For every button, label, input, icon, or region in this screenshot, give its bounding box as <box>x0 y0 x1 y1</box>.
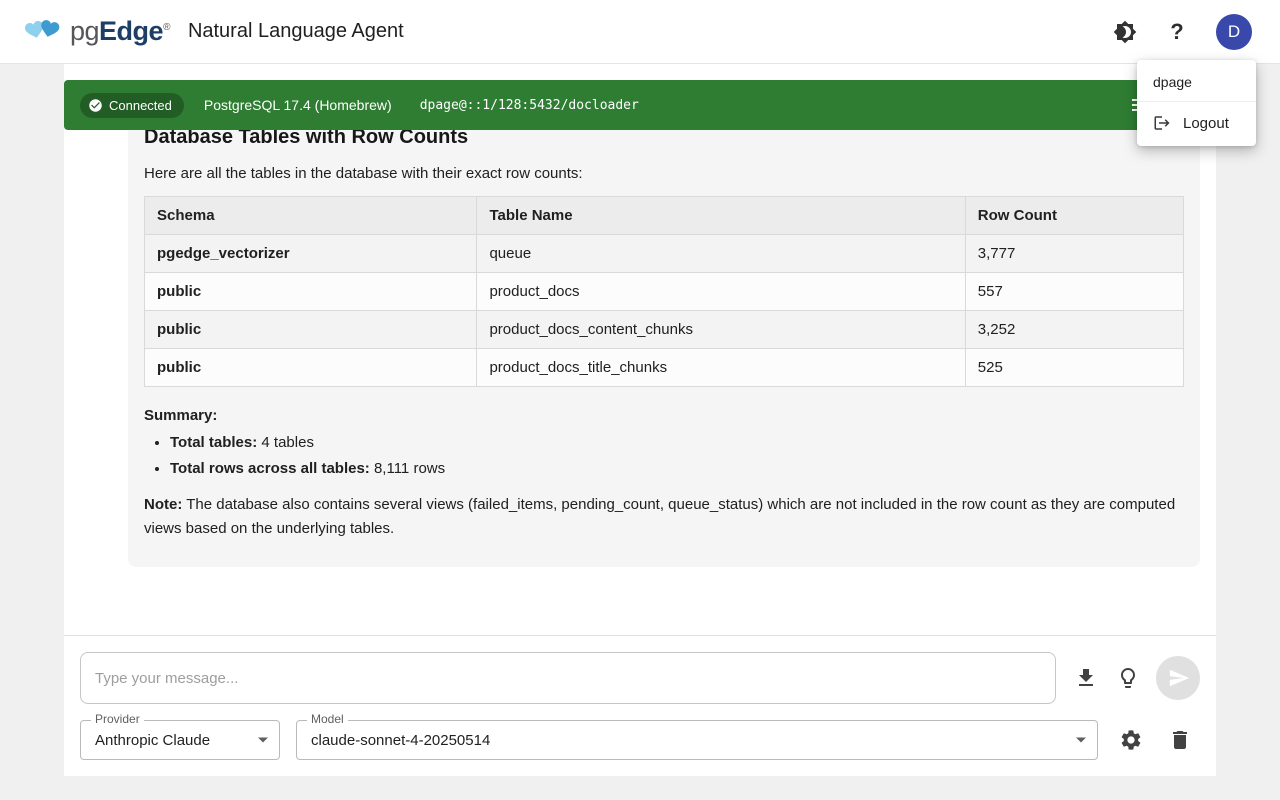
message-input[interactable] <box>80 652 1056 704</box>
column-header-table-name: Table Name <box>477 197 965 235</box>
provider-value: Anthropic Claude <box>95 732 210 749</box>
composer: Provider Anthropic Claude Model claude-s… <box>64 635 1216 776</box>
table-row: public product_docs_content_chunks 3,252 <box>145 311 1184 349</box>
list-item: Total tables: 4 tables <box>170 434 1184 451</box>
check-circle-icon <box>88 98 103 113</box>
brightness-icon <box>1113 20 1137 44</box>
model-settings-row: Provider Anthropic Claude Model claude-s… <box>80 720 1200 760</box>
server-version: PostgreSQL 17.4 (Homebrew) <box>204 97 392 113</box>
composer-settings-actions <box>1111 720 1200 760</box>
connected-label: Connected <box>109 98 172 113</box>
download-icon <box>1074 666 1098 690</box>
suggestions-button[interactable] <box>1108 658 1148 698</box>
settings-button[interactable] <box>1111 720 1151 760</box>
cell-table-name: product_docs <box>477 273 965 311</box>
pgedge-logo: pgEdge® <box>22 15 170 49</box>
menu-divider <box>1137 101 1256 102</box>
message-intro: Here are all the tables in the database … <box>144 165 1184 182</box>
connected-badge: Connected <box>80 93 184 118</box>
connection-string: dpage@::1/128:5432/docloader <box>420 98 639 113</box>
message-input-row <box>80 652 1200 704</box>
summary-list: Total tables: 4 tables Total rows across… <box>144 434 1184 477</box>
app-header: pgEdge® Natural Language Agent ? D <box>0 0 1280 64</box>
main-column: Connected PostgreSQL 17.4 (Homebrew) dpa… <box>64 64 1216 776</box>
cell-table-name: product_docs_content_chunks <box>477 311 965 349</box>
cell-schema: public <box>145 273 477 311</box>
model-value: claude-sonnet-4-20250514 <box>311 732 490 749</box>
logout-icon <box>1153 114 1171 132</box>
table-row: public product_docs 557 <box>145 273 1184 311</box>
table-row: public product_docs_title_chunks 525 <box>145 349 1184 387</box>
cell-schema: public <box>145 349 477 387</box>
lightbulb-icon <box>1116 666 1140 690</box>
cell-table-name: queue <box>477 235 965 273</box>
cell-schema: pgedge_vectorizer <box>145 235 477 273</box>
cell-table-name: product_docs_title_chunks <box>477 349 965 387</box>
model-select[interactable]: Model claude-sonnet-4-20250514 <box>296 720 1098 760</box>
pgedge-wordmark: pgEdge® <box>70 16 170 47</box>
help-button[interactable]: ? <box>1164 19 1190 45</box>
chevron-down-icon <box>1076 738 1086 743</box>
list-item: Total rows across all tables: 8,111 rows <box>170 460 1184 477</box>
provider-label: Provider <box>91 712 144 726</box>
row-counts-table: Schema Table Name Row Count pgedge_vecto… <box>144 196 1184 387</box>
pgedge-logo-icon <box>22 15 66 49</box>
provider-select[interactable]: Provider Anthropic Claude <box>80 720 280 760</box>
clear-chat-button[interactable] <box>1160 720 1200 760</box>
header-actions: ? D <box>1112 14 1252 50</box>
summary-label: Summary: <box>144 407 1184 424</box>
logout-label: Logout <box>1183 115 1229 132</box>
assistant-message-card: Database Tables with Row Counts Here are… <box>128 110 1200 567</box>
user-avatar[interactable]: D <box>1216 14 1252 50</box>
composer-actions <box>1066 656 1200 700</box>
table-row: pgedge_vectorizer queue 3,777 <box>145 235 1184 273</box>
cell-row-count: 557 <box>965 273 1183 311</box>
table-header-row: Schema Table Name Row Count <box>145 197 1184 235</box>
cell-row-count: 3,252 <box>965 311 1183 349</box>
page-title: Natural Language Agent <box>188 20 404 43</box>
connection-status-bar: Connected PostgreSQL 17.4 (Homebrew) dpa… <box>64 80 1216 130</box>
message-note: Note: The database also contains several… <box>144 493 1184 541</box>
chat-scroll-area[interactable]: Connected PostgreSQL 17.4 (Homebrew) dpa… <box>64 64 1216 635</box>
column-header-row-count: Row Count <box>965 197 1183 235</box>
model-label: Model <box>307 712 348 726</box>
chevron-down-icon <box>258 738 268 743</box>
column-header-schema: Schema <box>145 197 477 235</box>
cell-row-count: 3,777 <box>965 235 1183 273</box>
send-icon <box>1168 667 1190 689</box>
cell-schema: public <box>145 311 477 349</box>
menu-username: dpage <box>1137 66 1256 99</box>
user-menu: dpage Logout <box>1137 60 1256 146</box>
download-button[interactable] <box>1066 658 1106 698</box>
help-icon: ? <box>1170 19 1183 45</box>
send-button[interactable] <box>1156 656 1200 700</box>
logout-menu-item[interactable]: Logout <box>1137 106 1256 140</box>
cell-row-count: 525 <box>965 349 1183 387</box>
dark-mode-toggle[interactable] <box>1112 19 1138 45</box>
gear-icon <box>1119 728 1143 752</box>
trash-icon <box>1168 728 1192 752</box>
